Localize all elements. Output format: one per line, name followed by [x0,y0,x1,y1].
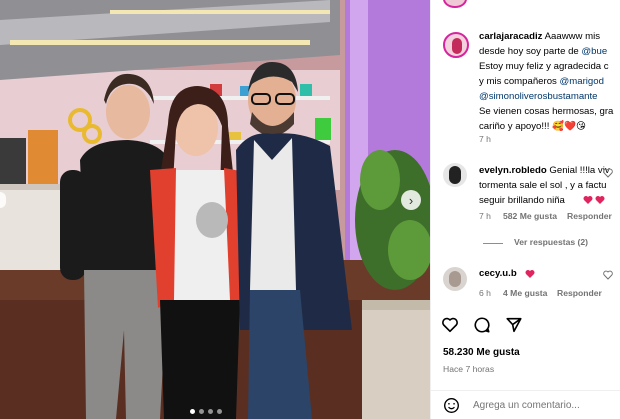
post-actions [441,316,523,334]
heart-emoji-icon [525,270,535,278]
carousel-dot [208,409,213,414]
commenter-avatar[interactable] [443,163,467,187]
comment-input[interactable] [473,400,613,411]
carousel-dots [190,409,222,414]
caption-line: Estoy muy feliz y agradecida c [479,61,609,72]
author-avatar[interactable] [443,32,469,58]
like-count[interactable]: 58.230 Me gusta [443,347,520,358]
reply-button[interactable]: Responder [557,288,602,298]
carousel-dot [199,409,204,414]
comment-username[interactable]: evelyn.robledo [479,165,547,176]
replies-divider [483,243,503,244]
instagram-post-view: › · · · carlajaracadiz Aaawww mis desde … [0,0,620,419]
carousel-dot [217,409,222,414]
caption-line: Se vienen cosas hermosas, gra [479,106,614,117]
caption-line: desde hoy soy parte de [479,46,579,57]
comment-time: 6 h [479,288,491,298]
reply-button[interactable]: Responder [567,211,612,221]
emoji-icon[interactable] [443,397,460,414]
chevron-right-icon[interactable]: › [401,190,421,210]
comment-text: tormenta sale el sol , y a factu [479,180,607,191]
caption-line: Aaawww mis [544,31,601,42]
caption-line: y mis compañeros [479,76,557,87]
caption-line: cariño y apoyo!!! 🥰❤️😘 [479,121,586,132]
heart-icon[interactable] [603,168,613,178]
comment-bar [431,390,620,419]
post-age: Hace 7 horas [443,364,495,374]
heart-emoji-icon [583,196,593,204]
post-photo[interactable]: › [0,0,430,419]
author-username[interactable]: carlajaracadiz [479,31,542,42]
comment-username[interactable]: cecy.u.b [479,268,517,279]
heart-emoji-icon [595,196,605,204]
heart-icon[interactable] [441,316,459,334]
caption-time: 7 h [479,134,491,144]
view-replies-button[interactable]: Ver respuestas (2) [514,237,588,247]
carousel-dot [190,409,195,414]
top-link[interactable]: · · · [475,0,490,7]
comment-icon[interactable] [473,316,491,334]
comment-time: 7 h [479,211,491,221]
heart-icon[interactable] [603,270,613,280]
mention-link[interactable]: @marigod [560,76,604,87]
mention-link[interactable]: @bue [581,46,607,57]
top-avatar[interactable] [443,0,467,8]
mention-link[interactable]: @simonoliverosbustamante [479,89,598,104]
photo-illustration [0,0,430,419]
commenter-avatar[interactable] [443,267,467,291]
comment-text: seguir brillando niña [479,195,565,206]
comment-text: Genial !!!la viv [549,165,610,176]
comments-panel: · · · carlajaracadiz Aaawww mis desde ho… [430,0,620,419]
share-icon[interactable] [505,316,523,334]
comment-likes[interactable]: 4 Me gusta [503,288,547,298]
comment-likes[interactable]: 582 Me gusta [503,211,557,221]
